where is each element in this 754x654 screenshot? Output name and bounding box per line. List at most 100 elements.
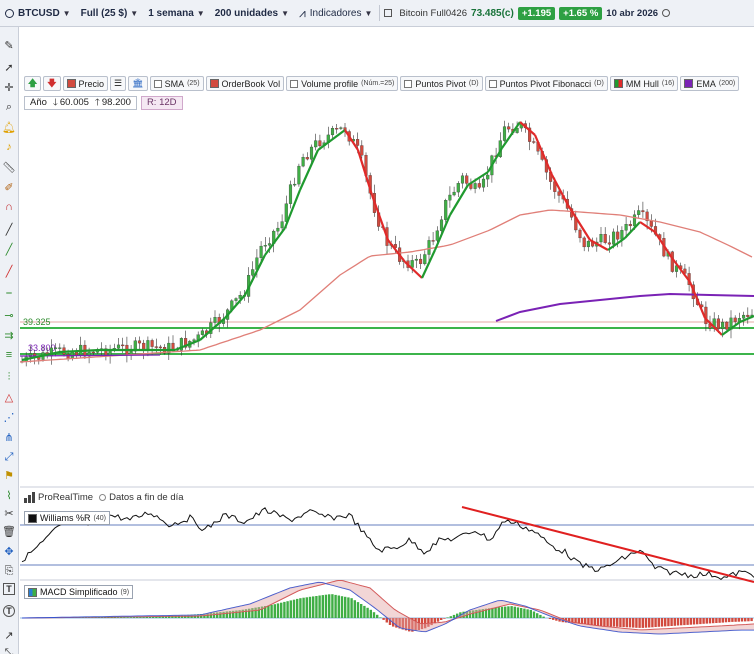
orderbook-chip-label: OrderBook Vol <box>221 78 281 89</box>
candle-body <box>267 243 272 246</box>
macd-histogram-bar <box>350 598 353 618</box>
williams-title: Williams %R <box>40 513 91 523</box>
ema-color-swatch <box>684 79 694 88</box>
macd-histogram-bar <box>152 616 155 618</box>
candle-body <box>456 183 460 193</box>
macd-histogram-bar <box>145 617 148 618</box>
macd-histogram-bar <box>606 618 609 627</box>
candle-body <box>423 254 427 265</box>
candle-body <box>628 224 632 227</box>
candle-body <box>251 269 255 276</box>
macd-histogram-bar <box>504 606 507 618</box>
macd-histogram-bar <box>337 595 340 618</box>
macd-histogram-bar <box>292 599 296 618</box>
list-button[interactable]: ☰ <box>110 76 127 91</box>
platform-footer: ProRealTime Datos a fin de día <box>24 490 184 504</box>
williams-trendline <box>461 506 754 583</box>
year-range-chip[interactable]: Año 🡓 60.005 🡑 98.200 <box>24 95 137 110</box>
macd-histogram-bar <box>734 618 737 622</box>
data-mode-label: Datos a fin de día <box>109 491 184 503</box>
candle-body <box>486 174 490 180</box>
macd-histogram-bar <box>740 618 744 622</box>
institution-button[interactable]: 🏛︎ <box>128 76 148 91</box>
candle-body <box>360 145 364 156</box>
macd-histogram-bar <box>536 613 539 618</box>
macd-histogram-bar <box>654 618 657 627</box>
pivot-fibonacci-chip[interactable]: Puntos Pivot Fibonacci (D) <box>484 76 608 91</box>
macd-label[interactable]: MACD Simplificado (9) <box>24 585 134 599</box>
candle-body <box>158 346 162 349</box>
volume-profile-chip[interactable]: Volume profile (Núm.=25) <box>286 76 399 91</box>
status-dot-icon <box>99 493 107 501</box>
macd-histogram-bar <box>676 618 680 626</box>
candle-body <box>435 230 439 241</box>
candle-body <box>259 245 263 258</box>
sma-chip[interactable]: SMA (25) <box>149 76 204 91</box>
orderbook-chip[interactable]: OrderBook Vol <box>205 76 285 91</box>
macd-histogram-bar <box>273 604 276 618</box>
candle-body <box>624 224 628 231</box>
macd-histogram-bar <box>283 601 286 618</box>
macd-histogram-bar <box>657 618 660 627</box>
candle-body <box>473 183 477 189</box>
macd-histogram-bar <box>312 596 315 618</box>
macd-histogram-bar <box>731 618 734 622</box>
candle-body <box>309 146 314 160</box>
pivot-chip-param: (D) <box>468 80 479 87</box>
pivot-checkbox <box>404 79 413 88</box>
candle-body <box>171 342 175 350</box>
macd-histogram-bar <box>689 618 692 625</box>
move-up-button[interactable]: 🡅 <box>24 76 42 91</box>
macd-histogram-bar <box>324 594 328 618</box>
list-icon: ☰ <box>114 78 123 88</box>
williams-label[interactable]: Williams %R (40) <box>24 511 110 525</box>
macd-histogram-bar <box>510 606 513 618</box>
candle-body <box>280 221 284 229</box>
arrow-down-icon: 🡓 <box>52 96 58 108</box>
volume-profile-chip-label: Volume profile <box>301 78 359 89</box>
candle-body <box>532 141 536 143</box>
candle-body <box>607 242 611 245</box>
pivot-chip-label: Puntos Pivot <box>415 78 466 89</box>
volume-profile-chip-param: (Núm.=25) <box>361 80 395 87</box>
hull-chip[interactable]: MM Hull (16) <box>609 76 679 91</box>
macd-histogram-bar <box>132 617 136 618</box>
candle-body <box>742 314 746 319</box>
bank-icon: 🏛︎ <box>132 78 144 88</box>
macd-histogram-bar <box>321 595 324 618</box>
macd-histogram-bar <box>718 618 721 623</box>
candle-body <box>414 258 418 261</box>
macd-histogram-bar <box>632 618 635 628</box>
pivot-chip[interactable]: Puntos Pivot (D) <box>400 76 483 91</box>
macd-title: MACD Simplificado <box>40 587 118 597</box>
candle-body <box>557 191 561 196</box>
macd-histogram-bar <box>126 617 129 618</box>
macd-histogram-bar <box>590 618 593 625</box>
move-down-button[interactable]: 🡇 <box>43 76 61 91</box>
macd-histogram-bar <box>702 618 705 624</box>
macd-histogram-bar <box>520 608 523 618</box>
ema-chip[interactable]: EMA (200) <box>680 76 740 91</box>
macd-histogram-bar <box>542 616 545 618</box>
macd-histogram-bar <box>670 618 673 626</box>
macd-histogram-bar <box>523 608 526 618</box>
macd-histogram-bar <box>491 607 494 618</box>
hull-segment <box>370 194 390 241</box>
williams-line <box>21 507 754 581</box>
r-tag[interactable]: R: 12D <box>140 95 183 110</box>
candle-body <box>54 347 58 349</box>
macd-histogram-bar <box>603 618 606 627</box>
volume-profile-checkbox <box>290 79 299 88</box>
macd-histogram-bar <box>305 597 308 618</box>
hull-segment <box>344 129 359 151</box>
year-low-value: 60.005 <box>59 97 89 108</box>
macd-histogram-bar <box>529 609 532 618</box>
candle-body <box>196 334 200 340</box>
macd-histogram-bar <box>443 618 446 619</box>
price-chip[interactable]: Precio <box>62 76 109 91</box>
candle-body <box>586 240 590 248</box>
candle-body <box>121 344 125 347</box>
macd-histogram-bar <box>664 618 667 627</box>
macd-histogram-bar <box>696 618 699 625</box>
candle-body <box>91 351 95 354</box>
